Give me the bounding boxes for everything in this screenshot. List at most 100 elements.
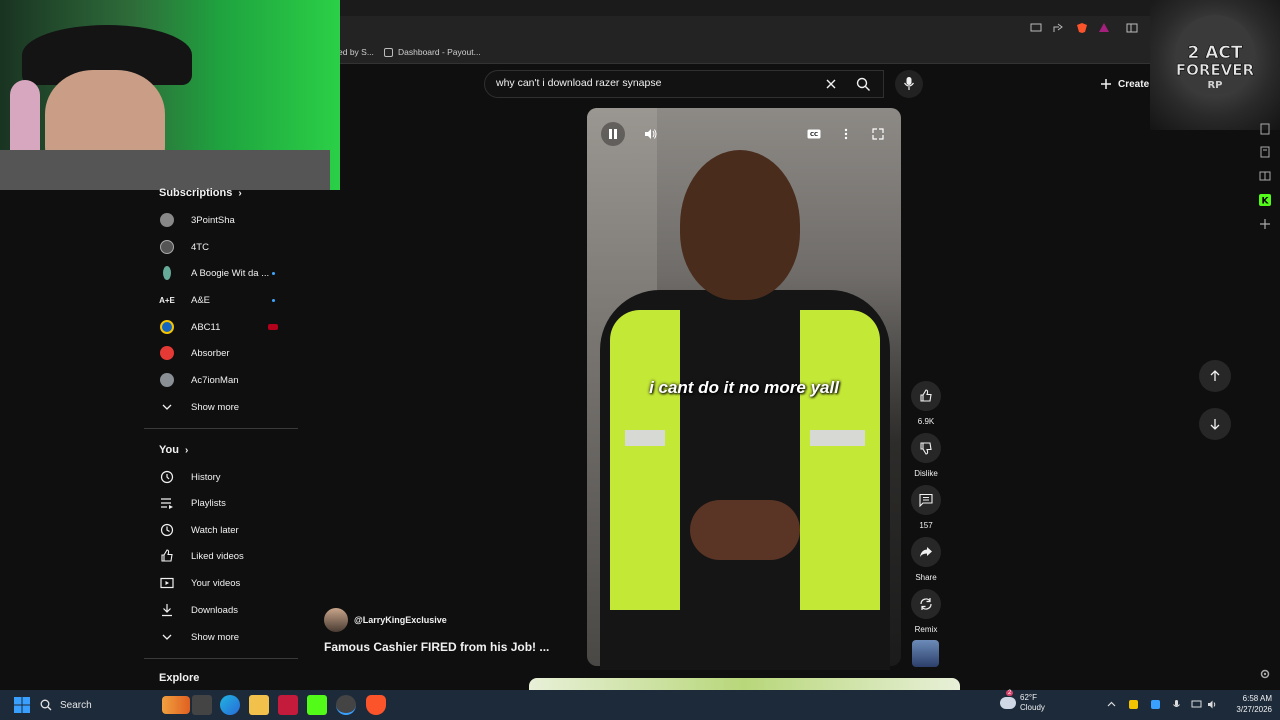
dislike-button[interactable]: Dislike [910,433,942,478]
search-highlight-icon [162,696,190,714]
like-icon [911,381,941,411]
microphone-icon[interactable] [1171,699,1182,710]
bookmarks-panel-icon[interactable] [1259,146,1271,158]
channel-avatar [159,345,175,361]
you-header[interactable]: You › [159,444,188,456]
comment-icon [911,485,941,515]
channel-avatar [159,372,175,388]
video-title[interactable]: Famous Cashier FIRED from his Job! ... [324,640,549,654]
show-more-you[interactable]: Show more [159,626,295,648]
channel-avatar [159,212,175,228]
cast-icon[interactable] [1030,22,1042,34]
brave-browser-icon[interactable] [366,695,386,715]
weather-condition: Cloudy [1020,703,1045,712]
weather-widget[interactable]: 2 62°F Cloudy [1000,690,1045,713]
captions-button[interactable]: CC [802,122,826,146]
app-icon[interactable] [278,695,298,715]
sidebar-toggle-icon[interactable] [1126,22,1138,34]
task-view-icon[interactable] [192,695,212,715]
share-icon [911,537,941,567]
brave-shield-icon[interactable] [1076,22,1088,34]
add-panel-icon[interactable] [1259,218,1271,230]
bookmark-item[interactable]: Dashboard - Payout... [384,46,481,58]
system-clock[interactable]: 6:58 AM 3/27/2026 [1222,693,1272,715]
like-button[interactable]: 6.9K [910,381,942,426]
dislike-label: Dislike [914,469,938,478]
tray-overflow-icon[interactable] [1106,699,1117,710]
sidebar-item-your-videos[interactable]: Your videos [159,572,295,594]
subscriptions-header[interactable]: Subscriptions › [159,187,242,199]
live-indicator-icon [268,324,278,330]
svg-text:FOREVER: FOREVER [1176,61,1255,79]
sidebar-item-label: Absorber [191,347,230,359]
sidebar-divider [144,428,298,429]
sidebar-item-downloads[interactable]: Downloads [159,599,295,621]
video-subject-head [680,150,800,300]
sidebar-item-absorber[interactable]: Absorber [159,342,295,364]
history-icon [159,469,175,485]
taskbar-search[interactable]: Search [40,695,190,715]
bookmark-label: ed by S... [338,47,374,57]
display-icon[interactable] [1191,699,1202,710]
search-button[interactable] [846,70,882,98]
tray-app-icon[interactable] [1128,699,1139,710]
brave-rewards-icon[interactable] [1098,22,1110,34]
sidebar-item-playlists[interactable]: Playlists [159,492,295,514]
voice-search-button[interactable] [895,70,923,98]
settings-gear-icon[interactable] [1259,668,1271,680]
pause-button[interactable] [601,122,625,146]
video-caption: i cant do it no more yall [649,378,839,397]
sidebar-item-3pointsha[interactable]: 3PointSha [159,209,295,231]
weather-badge: 2 [1006,690,1014,696]
cloud-icon: 2 [1000,690,1016,709]
sidebar-item-label: Ac7ionMan [191,374,239,386]
subscriptions-title: Subscriptions [159,187,233,199]
history-panel-icon[interactable] [1259,170,1271,182]
fullscreen-button[interactable] [866,122,890,146]
sidebar-item-4tc[interactable]: 4TC [159,236,295,258]
edge-browser-icon[interactable] [220,695,240,715]
search-icon [856,77,870,91]
previous-video-button[interactable] [1199,360,1231,392]
sidebar-item-label: 4TC [191,241,209,253]
safety-vest-right [800,310,880,610]
sidebar-item-watch-later[interactable]: Watch later [159,519,295,541]
close-icon[interactable] [824,77,838,91]
reading-list-icon[interactable] [1259,123,1271,135]
tray-app-icon[interactable] [1150,699,1161,710]
remix-button[interactable]: Remix [910,589,942,634]
show-more-subscriptions[interactable]: Show more [159,396,295,418]
volume-button[interactable] [639,122,663,146]
share-page-icon[interactable] [1052,22,1064,34]
next-video-button[interactable] [1199,408,1231,440]
sidebar-item-label: Downloads [191,604,238,616]
arrow-up-icon [1210,370,1220,381]
sidebar-item-liked-videos[interactable]: Liked videos [159,545,295,567]
webcam-overlay [0,0,340,190]
more-options-button[interactable] [834,122,858,146]
channel-info[interactable]: @LarryKingExclusive [324,608,447,632]
create-label: Create [1118,78,1150,90]
sidebar-item-ac7ionman[interactable]: Ac7ionMan [159,369,295,391]
file-explorer-icon[interactable] [249,695,269,715]
obs-studio-icon[interactable] [336,695,356,715]
captions-icon: CC [807,129,821,139]
kick-app-icon[interactable]: K [1259,194,1271,206]
share-button[interactable]: Share [910,537,942,582]
channel-thumbnail[interactable] [912,640,939,667]
windows-start-icon[interactable] [12,695,32,715]
channel-handle: @LarryKingExclusive [354,615,447,625]
create-button[interactable]: Create [1100,72,1149,96]
volume-icon [645,129,657,139]
comments-button[interactable]: 157 [910,485,942,530]
volume-icon[interactable] [1207,699,1218,710]
pause-icon [609,129,617,139]
show-more-label: Show more [191,631,240,643]
sidebar-item-label: A Boogie Wit da ... [191,267,270,279]
watch-later-icon [159,522,175,538]
mic-icon [904,77,914,90]
search-query: why can't i download razer synapse [496,77,662,89]
bookmark-item[interactable]: ed by S... [338,46,374,58]
sidebar-item-history[interactable]: History [159,466,295,488]
kick-app-icon[interactable] [307,695,327,715]
